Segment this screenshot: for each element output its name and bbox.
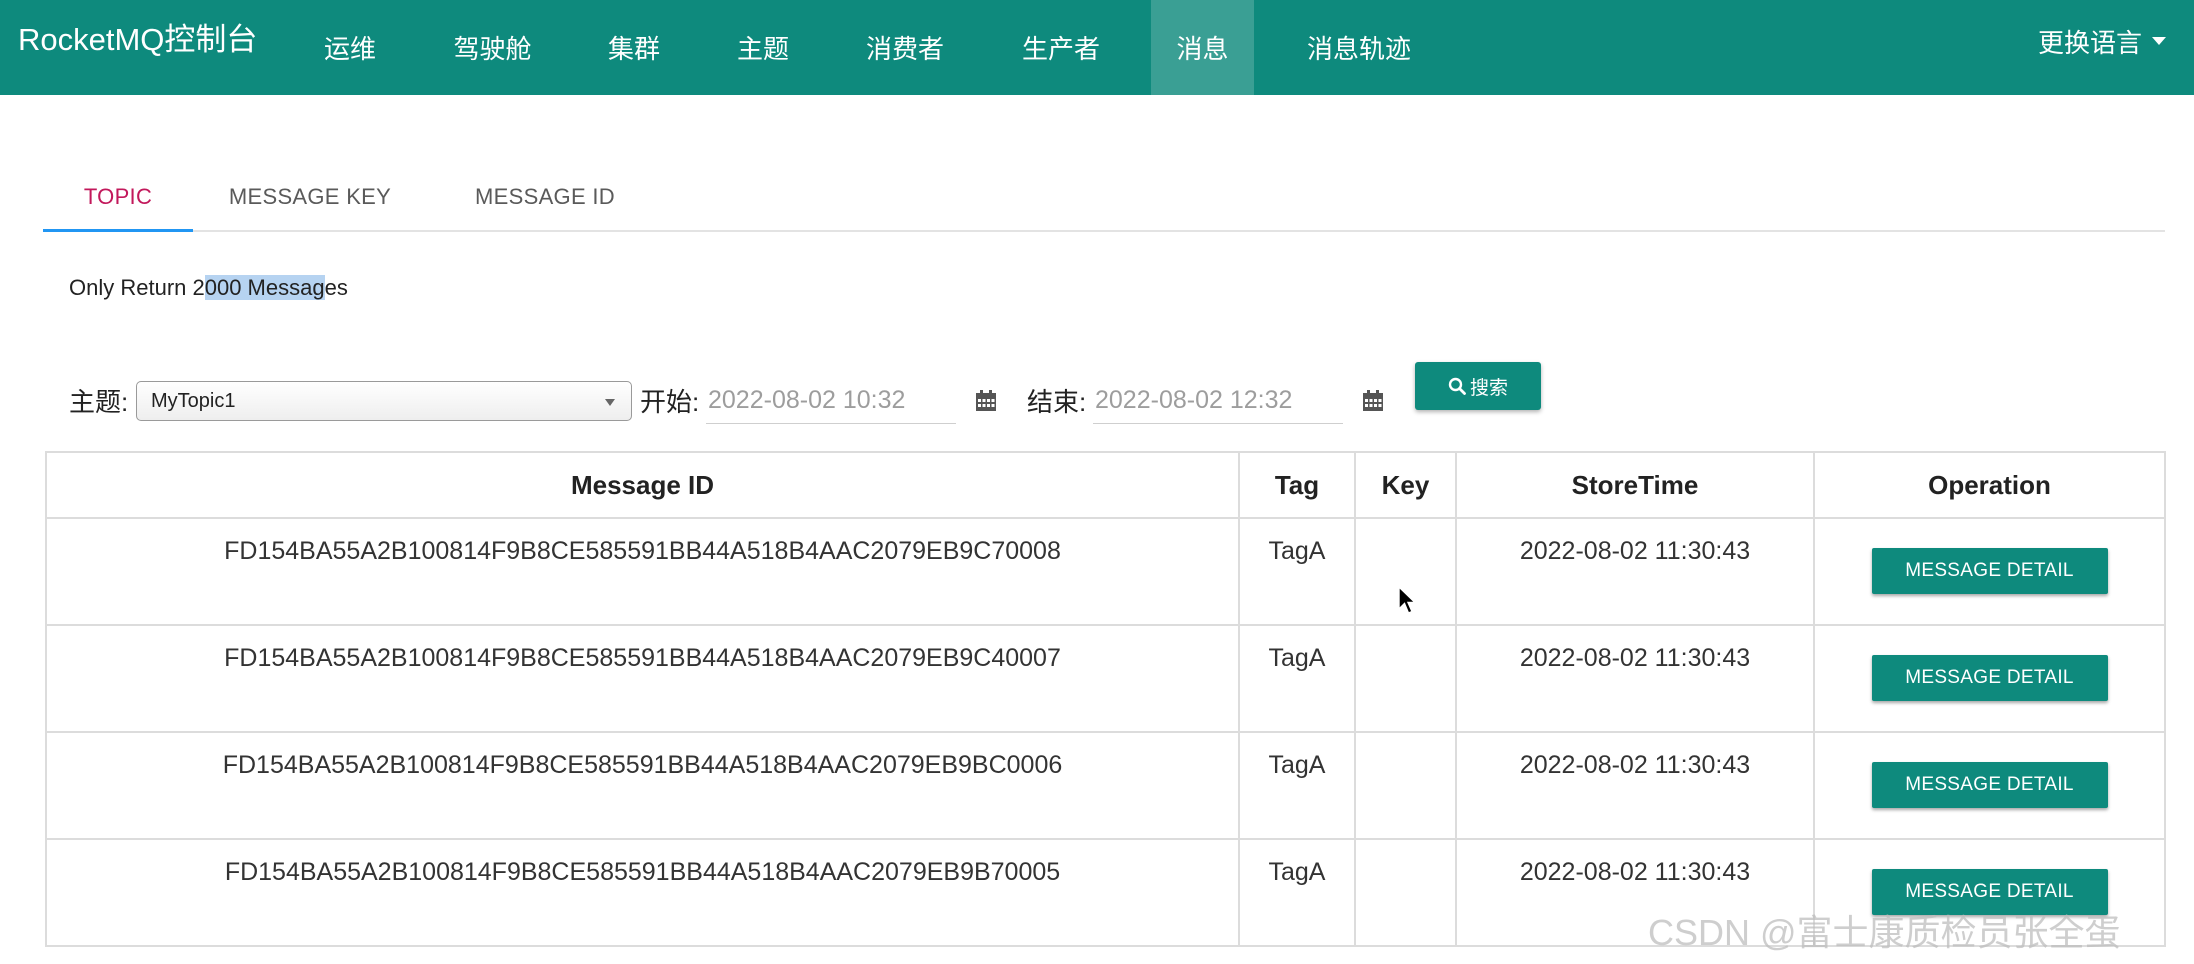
nav-item-ops[interactable]: 运维	[308, 0, 392, 95]
end-time-input[interactable]	[1093, 378, 1343, 424]
column-header-tag: Tag	[1238, 451, 1356, 519]
start-time-input[interactable]	[706, 378, 956, 424]
message-id-cell: FD154BA55A2B100814F9B8CE585591BB44A518B4…	[45, 731, 1240, 840]
tag-cell: TagA	[1238, 731, 1356, 840]
tab-message-key[interactable]: MESSAGE KEY	[223, 162, 397, 232]
column-header-store-time: StoreTime	[1455, 451, 1815, 519]
topic-label: 主题:	[69, 387, 129, 417]
key-cell	[1354, 838, 1457, 947]
store-time-cell: 2022-08-02 11:30:43	[1455, 624, 1815, 733]
column-header-key: Key	[1354, 451, 1457, 519]
tag-cell: TagA	[1238, 838, 1356, 947]
watermark: CSDN @富士康质检员张全蛋	[1648, 912, 2121, 953]
note-text-end: es	[324, 275, 348, 300]
operation-cell: MESSAGE DETAIL	[1813, 624, 2166, 733]
active-tab-indicator	[43, 229, 193, 232]
tag-cell: TagA	[1238, 517, 1356, 626]
topic-select[interactable]: MyTopic1	[136, 381, 632, 421]
tag-cell: TagA	[1238, 624, 1356, 733]
table-header-row: Message ID Tag Key StoreTime Operation	[45, 451, 2166, 519]
tab-message-id[interactable]: MESSAGE ID	[463, 162, 627, 232]
message-id-cell: FD154BA55A2B100814F9B8CE585591BB44A518B4…	[45, 624, 1240, 733]
search-mode-tabs: TOPIC MESSAGE KEY MESSAGE ID	[43, 162, 2165, 232]
operation-cell: MESSAGE DETAIL	[1813, 731, 2166, 840]
message-detail-button[interactable]: MESSAGE DETAIL	[1871, 655, 2108, 701]
language-label: 更换语言	[2037, 27, 2142, 58]
end-time-label: 结束:	[1027, 387, 1087, 417]
caret-down-icon	[2152, 37, 2166, 45]
search-button-label: 搜索	[1469, 377, 1508, 399]
message-table: Message ID Tag Key StoreTime Operation F…	[45, 451, 2166, 947]
topic-select-value: MyTopic1	[151, 389, 236, 412]
nav-item-consumer[interactable]: 消费者	[852, 0, 958, 95]
nav-item-topic[interactable]: 主题	[723, 0, 803, 95]
note-text-selected: 000 Messag	[204, 275, 325, 300]
operation-cell: MESSAGE DETAIL	[1813, 517, 2166, 626]
dropdown-arrow-icon	[605, 399, 615, 406]
top-navbar: RocketMQ控制台 运维 驾驶舱 集群 主题 消费者 生产者 消息 消息轨迹…	[0, 0, 2194, 95]
message-detail-button[interactable]: MESSAGE DETAIL	[1871, 548, 2108, 594]
nav-item-message[interactable]: 消息	[1151, 0, 1254, 95]
tab-topic[interactable]: TOPIC	[43, 162, 193, 232]
key-cell	[1354, 731, 1457, 840]
note-text-start: Only Return 2	[69, 275, 205, 300]
store-time-cell: 2022-08-02 11:30:43	[1455, 731, 1815, 840]
search-button[interactable]: 搜索	[1415, 362, 1541, 410]
table-row: FD154BA55A2B100814F9B8CE585591BB44A518B4…	[45, 731, 2166, 840]
nav-item-producer[interactable]: 生产者	[1008, 0, 1114, 95]
table-row: FD154BA55A2B100814F9B8CE585591BB44A518B4…	[45, 517, 2166, 626]
message-id-cell: FD154BA55A2B100814F9B8CE585591BB44A518B4…	[45, 517, 1240, 626]
message-id-cell: FD154BA55A2B100814F9B8CE585591BB44A518B4…	[45, 838, 1240, 947]
calendar-icon[interactable]	[974, 389, 998, 413]
column-header-message-id: Message ID	[45, 451, 1240, 519]
key-cell	[1354, 624, 1457, 733]
table-row: FD154BA55A2B100814F9B8CE585591BB44A518B4…	[45, 624, 2166, 733]
column-header-operation: Operation	[1813, 451, 2166, 519]
nav-item-dashboard[interactable]: 驾驶舱	[440, 0, 545, 95]
search-icon	[1448, 377, 1466, 395]
language-dropdown[interactable]: 更换语言	[2038, 0, 2166, 82]
app-brand[interactable]: RocketMQ控制台	[18, 20, 257, 60]
result-limit-note: Only Return 2000 Messages	[69, 275, 348, 301]
nav-item-cluster[interactable]: 集群	[595, 0, 673, 95]
nav-item-message-trace[interactable]: 消息轨迹	[1296, 0, 1422, 95]
start-time-label: 开始:	[640, 387, 700, 417]
message-detail-button[interactable]: MESSAGE DETAIL	[1871, 762, 2108, 808]
mouse-cursor-icon	[1398, 586, 1417, 614]
store-time-cell: 2022-08-02 11:30:43	[1455, 517, 1815, 626]
calendar-icon[interactable]	[1361, 389, 1385, 413]
